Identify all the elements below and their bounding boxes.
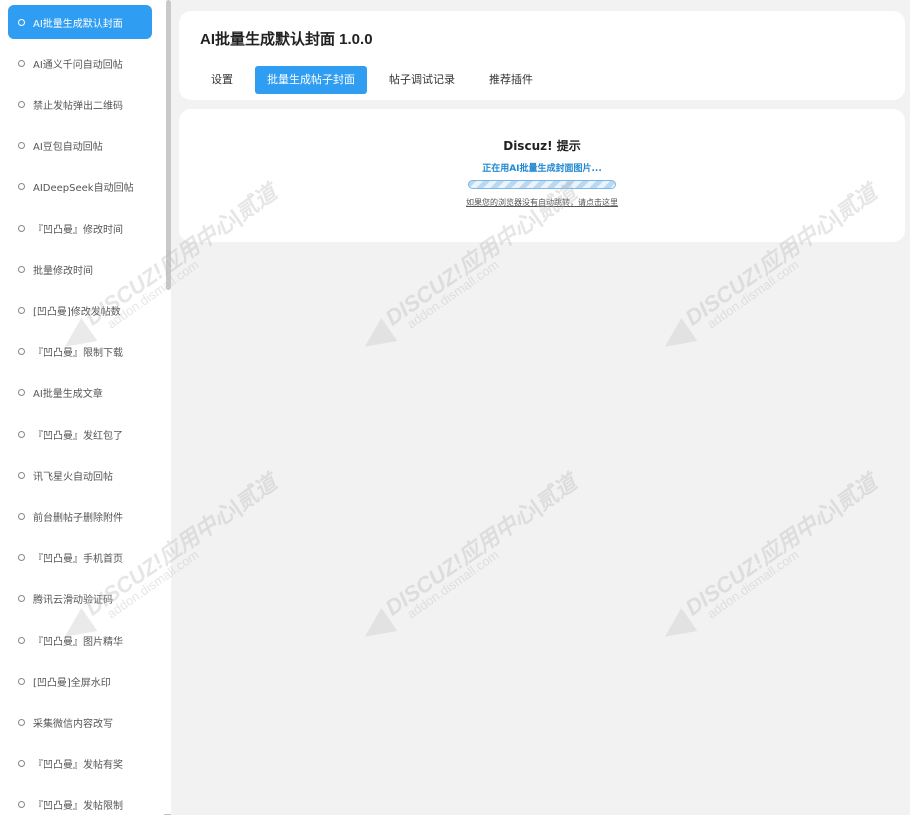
radio-dot-icon: [18, 18, 25, 26]
sidebar-item[interactable]: 讯飞星火自动回帖: [8, 458, 152, 492]
sidebar-item-label: 『凹凸曼』手机首页: [33, 554, 123, 566]
sidebar-item-label: 『凹凸曼』发帖有奖: [33, 760, 123, 772]
watermark-brand: DISCUZ!应用中心|贰道: [680, 469, 882, 621]
watermark-logo: DISCUZ!应用中心|贰道 addon.dismall.com: [635, 462, 881, 668]
sidebar-item[interactable]: 『凹凸曼』发帖限制: [8, 788, 152, 815]
tab-recommended-plugins[interactable]: 推荐插件: [477, 66, 545, 94]
sidebar-item[interactable]: [凹凸曼]修改发帖数: [8, 293, 152, 327]
sidebar-item[interactable]: AI通义千问自动回帖: [8, 46, 152, 80]
sidebar-item-label: [凹凸曼]修改发帖数: [33, 306, 121, 318]
radio-dot-icon: [18, 224, 25, 232]
watermark-arrow-icon: [656, 318, 698, 359]
sidebar-item[interactable]: AI批量生成文章: [8, 376, 152, 410]
redirect-link[interactable]: 如果您的浏览器没有自动跳转，请点击这里: [179, 197, 905, 208]
radio-dot-icon: [18, 718, 25, 726]
sidebar-item[interactable]: AIDeepSeek自动回帖: [8, 170, 152, 204]
watermark-brand: DISCUZ!应用中心|贰道: [380, 469, 582, 621]
watermark-url: addon.dismall.com: [404, 546, 502, 622]
sidebar-item[interactable]: 『凹凸曼』修改时间: [8, 211, 152, 245]
radio-dot-icon: [18, 471, 25, 479]
sidebar-scrollbar[interactable]: [166, 0, 171, 290]
radio-dot-icon: [18, 595, 25, 603]
tab-settings[interactable]: 设置: [199, 66, 245, 94]
sidebar-item[interactable]: 『凹凸曼』手机首页: [8, 541, 152, 575]
radio-dot-icon: [18, 348, 25, 356]
sidebar-item-label: 禁止发帖弹出二维码: [33, 100, 123, 112]
loading-progress-bar: [468, 180, 616, 189]
tab-bar: 设置 批量生成帖子封面 帖子调试记录 推荐插件: [199, 66, 555, 94]
sidebar-item-label: AI批量生成文章: [33, 389, 103, 401]
radio-dot-icon: [18, 389, 25, 397]
radio-dot-icon: [18, 142, 25, 150]
sidebar-item-label: 讯飞星火自动回帖: [33, 471, 113, 483]
radio-dot-icon: [18, 430, 25, 438]
sidebar-item-label: 『凹凸曼』发帖限制: [33, 801, 123, 813]
sidebar-item[interactable]: 禁止发帖弹出二维码: [8, 87, 152, 121]
sidebar-item-label: 『凹凸曼』发红包了: [33, 430, 123, 442]
watermark-arrow-icon: [656, 608, 698, 649]
watermark-url: addon.dismall.com: [704, 546, 802, 622]
watermark-url: addon.dismall.com: [704, 256, 802, 332]
radio-dot-icon: [18, 306, 25, 314]
sidebar-item-label: 前台删帖子删除附件: [33, 512, 123, 524]
sidebar-item-label: 腾讯云滑动验证码: [33, 595, 113, 607]
sidebar-item[interactable]: 前台删帖子删除附件: [8, 499, 152, 533]
tab-batch-generate-covers[interactable]: 批量生成帖子封面: [255, 66, 367, 94]
tab-debug-log[interactable]: 帖子调试记录: [377, 66, 467, 94]
watermark-logo: DISCUZ!应用中心|贰道 addon.dismall.com: [335, 462, 581, 668]
sidebar-item[interactable]: 『凹凸曼』图片精华: [8, 623, 152, 657]
sidebar-item[interactable]: 『凹凸曼』发帖有奖: [8, 747, 152, 781]
radio-dot-icon: [18, 554, 25, 562]
sidebar-item-label: 采集微信内容改写: [33, 718, 113, 730]
sidebar-item-label: AI批量生成默认封面: [33, 18, 123, 30]
watermark-arrow-icon: [356, 318, 398, 359]
status-text: 正在用AI批量生成封面图片...: [482, 164, 602, 174]
sidebar-item[interactable]: 批量修改时间: [8, 252, 152, 286]
sidebar-item[interactable]: 『凹凸曼』发红包了: [8, 417, 152, 451]
sidebar-item-label: 『凹凸曼』限制下载: [33, 348, 123, 360]
radio-dot-icon: [18, 677, 25, 685]
message-card: Discuz! 提示 正在用AI批量生成封面图片... 如果您的浏览器没有自动跳…: [179, 109, 905, 242]
radio-dot-icon: [18, 100, 25, 108]
radio-dot-icon: [18, 636, 25, 644]
sidebar-item[interactable]: 腾讯云滑动验证码: [8, 582, 152, 616]
sidebar-item-label: 『凹凸曼』修改时间: [33, 224, 123, 236]
sidebar-item-label: AIDeepSeek自动回帖: [33, 183, 134, 195]
sidebar-item-label: 『凹凸曼』图片精华: [33, 636, 123, 648]
sidebar-item[interactable]: 『凹凸曼』限制下载: [8, 335, 152, 369]
header-card: AI批量生成默认封面 1.0.0 设置 批量生成帖子封面 帖子调试记录 推荐插件: [179, 11, 905, 100]
watermark-arrow-icon: [356, 608, 398, 649]
sidebar-item[interactable]: [凹凸曼]全屏水印: [8, 664, 152, 698]
page-title: AI批量生成默认封面 1.0.0: [200, 31, 373, 48]
radio-dot-icon: [18, 760, 25, 768]
watermark-url: addon.dismall.com: [404, 256, 502, 332]
sidebar-item-label: 批量修改时间: [33, 265, 93, 277]
sidebar-item-label: AI通义千问自动回帖: [33, 59, 123, 71]
sidebar-item[interactable]: AI批量生成默认封面: [8, 5, 152, 39]
radio-dot-icon: [18, 265, 25, 273]
radio-dot-icon: [18, 801, 25, 809]
sidebar-item[interactable]: 采集微信内容改写: [8, 705, 152, 739]
sidebar-item-label: AI豆包自动回帖: [33, 142, 103, 154]
radio-dot-icon: [18, 512, 25, 520]
sidebar-item[interactable]: AI豆包自动回帖: [8, 129, 152, 163]
radio-dot-icon: [18, 59, 25, 67]
radio-dot-icon: [18, 183, 25, 191]
sidebar: AI批量生成默认封面 AI通义千问自动回帖 禁止发帖弹出二维码 AI豆包自动回帖 AID…: [0, 0, 171, 815]
sidebar-item-label: [凹凸曼]全屏水印: [33, 677, 111, 689]
resize-handle[interactable]: [164, 806, 171, 815]
message-title: Discuz! 提示: [503, 139, 581, 153]
